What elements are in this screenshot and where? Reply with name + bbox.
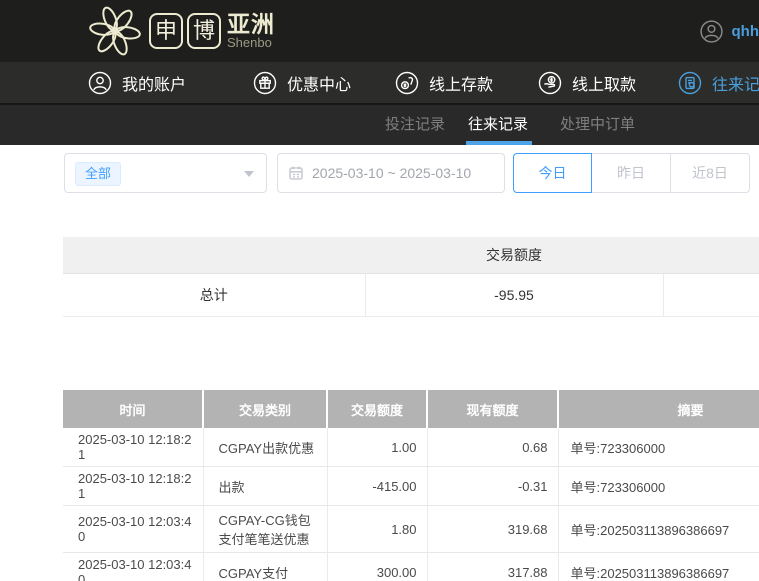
user-icon: [88, 71, 112, 95]
type-select-tag: 全部: [75, 162, 122, 186]
avatar-icon: [699, 19, 724, 44]
cell-amount: 1.80: [327, 505, 428, 553]
cell-note: 单号:723306000: [558, 466, 759, 506]
summary-header-row: 交易额度: [63, 237, 759, 274]
summary-total-value: -95.95: [365, 273, 664, 317]
nav-item-deposit[interactable]: 线上存款: [395, 62, 493, 103]
deposit-hand-coin-icon: [395, 71, 419, 95]
top-brand-bar: 申 博 亚洲 Shenbo qhh: [0, 0, 759, 62]
gift-icon: [253, 71, 277, 95]
cell-amount: -415.00: [327, 466, 428, 506]
nav-item-my-account[interactable]: 我的账户: [88, 62, 186, 103]
cell-note: 单号:202503113896386697: [558, 505, 759, 553]
col-header-type: 交易类别: [203, 390, 328, 428]
calendar-icon: [288, 165, 304, 181]
transactions-table: 时间 交易类别 交易额度 现有额度 摘要 2025-03-10 12:18:21…: [63, 390, 759, 581]
summary-header-empty: [63, 237, 365, 274]
nav-item-transaction-records[interactable]: 往来记录: [678, 62, 759, 103]
brand-subtitle: Shenbo: [227, 34, 272, 50]
nav-item-promotions[interactable]: 优惠中心: [253, 62, 351, 103]
summary-total-label: 总计: [63, 273, 366, 317]
nav-item-label: 线上存款: [429, 76, 494, 94]
logo-char-box: 博: [187, 13, 221, 49]
col-header-amount: 交易额度: [327, 390, 428, 428]
nav-item-label: 优惠中心: [287, 76, 352, 94]
cell-type: 出款: [203, 466, 328, 506]
summary-header-empty: [663, 237, 759, 274]
nav-item-label: 我的账户: [122, 76, 187, 94]
yesterday-button[interactable]: 昨日: [592, 153, 671, 193]
tab-transaction-records[interactable]: 往来记录: [468, 105, 528, 145]
summary-header-amount: 交易额度: [365, 237, 663, 274]
today-button[interactable]: 今日: [513, 153, 592, 193]
col-header-balance: 现有额度: [427, 390, 559, 428]
cell-time: 2025-03-10 12:18:21: [63, 466, 204, 506]
cell-balance: -0.31: [427, 466, 559, 506]
summary-empty-cell: [663, 273, 759, 317]
nav-item-label: 线上取款: [572, 76, 637, 94]
cell-amount: 300.00: [327, 552, 428, 581]
withdraw-hand-money-icon: [538, 71, 562, 95]
col-header-time: 时间: [63, 390, 204, 428]
cell-balance: 0.68: [427, 428, 559, 467]
type-select[interactable]: 全部: [64, 153, 267, 193]
content-area: 全部 2025-03-10 ~ 2025-03-10 今日 昨日 近8日 交易额…: [0, 145, 759, 581]
cell-time: 2025-03-10 12:18:21: [63, 428, 204, 467]
date-range-input[interactable]: 2025-03-10 ~ 2025-03-10: [277, 153, 505, 193]
nav-item-withdraw[interactable]: 线上取款: [538, 62, 636, 103]
chevron-down-icon: [244, 171, 254, 177]
record-tabs: 投注记录 往来记录 处理中订单: [0, 103, 759, 145]
table-row: 2025-03-10 12:18:21 CGPAY出款优惠 1.00 0.68 …: [63, 428, 759, 467]
user-account-menu[interactable]: qhh: [699, 0, 759, 62]
cell-balance: 319.68: [427, 505, 559, 553]
flower-logo-icon: [86, 3, 144, 59]
nav-item-label: 往来记录: [712, 76, 759, 94]
table-row: 2025-03-10 12:03:40 CGPAY支付 300.00 317.8…: [63, 552, 759, 581]
table-header-row: 时间 交易类别 交易额度 现有额度 摘要: [63, 390, 759, 428]
cell-time: 2025-03-10 12:03:40: [63, 552, 204, 581]
date-range-value: 2025-03-10 ~ 2025-03-10: [312, 165, 472, 181]
brand-region-text: 亚洲: [227, 10, 275, 37]
transaction-record-icon: [678, 71, 702, 95]
cell-balance: 317.88: [427, 552, 559, 581]
cell-type: CGPAY-CG钱包支付笔笔送优惠: [203, 505, 328, 553]
summary-total-row: 总计 -95.95: [63, 273, 759, 317]
cell-note: 单号:202503113896386697: [558, 552, 759, 581]
tab-bet-records[interactable]: 投注记录: [385, 105, 445, 145]
cell-type: CGPAY出款优惠: [203, 428, 328, 467]
cell-time: 2025-03-10 12:03:40: [63, 505, 204, 553]
table-row: 2025-03-10 12:03:40 CGPAY-CG钱包支付笔笔送优惠 1.…: [63, 505, 759, 553]
username: qhh: [731, 22, 759, 40]
summary-table: 交易额度 总计 -95.95: [63, 237, 759, 317]
main-nav: 我的账户 优惠中心 线上存款 线上取款 往来记: [0, 62, 759, 103]
brand-logo[interactable]: 申 博 亚洲 Shenbo: [86, 0, 275, 62]
cell-amount: 1.00: [327, 428, 428, 467]
cell-type: CGPAY支付: [203, 552, 328, 581]
cell-note: 单号:723306000: [558, 428, 759, 467]
col-header-note: 摘要: [558, 390, 759, 428]
tab-pending-orders[interactable]: 处理中订单: [560, 105, 635, 145]
table-row: 2025-03-10 12:18:21 出款 -415.00 -0.31 单号:…: [63, 466, 759, 506]
quick-date-buttons: 今日 昨日 近8日: [513, 153, 750, 193]
logo-char-box: 申: [149, 13, 183, 49]
last-8-days-button[interactable]: 近8日: [671, 153, 750, 193]
